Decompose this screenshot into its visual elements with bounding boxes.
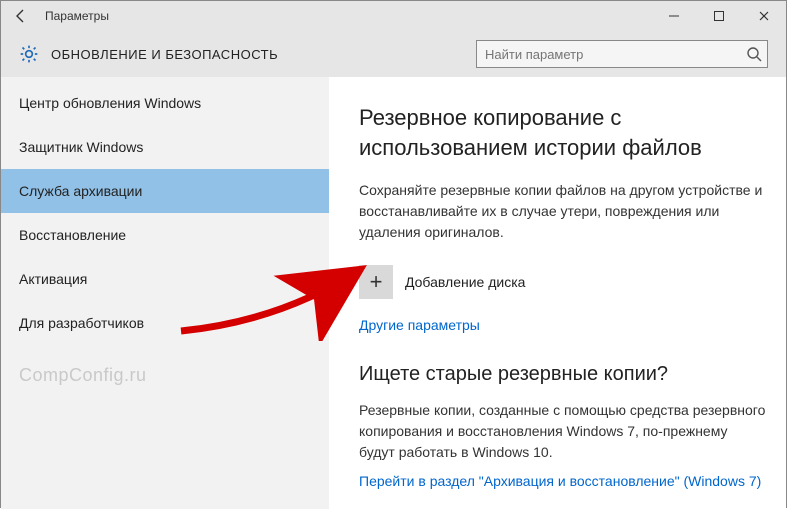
windows7-backup-link[interactable]: Перейти в раздел "Архивация и восстановл…	[359, 473, 761, 489]
sidebar: Центр обновления Windows Защитник Window…	[1, 77, 329, 509]
add-drive-label: Добавление диска	[405, 274, 525, 290]
sidebar-item-developers[interactable]: Для разработчиков	[1, 301, 329, 345]
gear-icon	[19, 44, 39, 64]
window-title: Параметры	[45, 9, 109, 23]
header: ОБНОВЛЕНИЕ И БЕЗОПАСНОСТЬ	[1, 31, 786, 77]
minimize-button[interactable]	[651, 1, 696, 31]
sidebar-item-update[interactable]: Центр обновления Windows	[1, 81, 329, 125]
more-options-link[interactable]: Другие параметры	[359, 317, 480, 333]
window-controls	[651, 1, 786, 31]
sidebar-item-recovery[interactable]: Восстановление	[1, 213, 329, 257]
plus-icon: +	[370, 269, 383, 295]
add-drive-button[interactable]: +	[359, 265, 393, 299]
search-icon	[746, 46, 762, 62]
content-pane: Резервное копирование с использованием и…	[329, 77, 786, 509]
backup-description: Сохраняйте резервные копии файлов на дру…	[359, 180, 766, 243]
search-input[interactable]	[476, 40, 768, 68]
back-button[interactable]	[1, 1, 41, 31]
old-backups-description: Резервные копии, созданные с помощью сре…	[359, 400, 766, 463]
heading-old-backups: Ищете старые резервные копии?	[359, 363, 766, 386]
maximize-button[interactable]	[696, 1, 741, 31]
sidebar-item-defender[interactable]: Защитник Windows	[1, 125, 329, 169]
page-title: ОБНОВЛЕНИЕ И БЕЗОПАСНОСТЬ	[51, 47, 278, 62]
add-drive-row: + Добавление диска	[359, 265, 766, 299]
sidebar-item-backup[interactable]: Служба архивации	[1, 169, 329, 213]
heading-backup: Резервное копирование с использованием и…	[359, 103, 766, 162]
titlebar: Параметры	[1, 1, 786, 31]
close-button[interactable]	[741, 1, 786, 31]
search-box[interactable]	[476, 40, 768, 68]
sidebar-item-activation[interactable]: Активация	[1, 257, 329, 301]
watermark: CompConfig.ru	[1, 365, 329, 386]
